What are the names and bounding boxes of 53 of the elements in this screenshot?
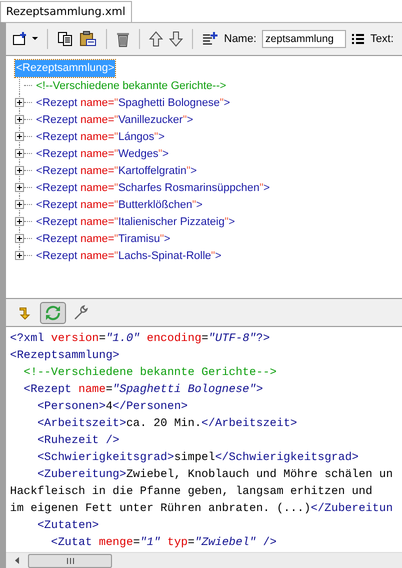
element-node[interactable]: <Rezept name="Lachs-Spinat-Rolle"> <box>36 250 222 262</box>
expand-toggle[interactable] <box>15 217 24 226</box>
code-line: <Rezeptsammlung> <box>10 348 120 364</box>
paste-icon[interactable] <box>79 31 97 47</box>
element-node[interactable]: <Rezept name="Kartoffelgratin"> <box>36 164 197 176</box>
expand-toggle[interactable] <box>15 115 24 124</box>
code-line: <Ruhezeit /> <box>36 434 120 449</box>
code-line: <?xml version="1.0" encoding="UTF-8"?> <box>10 332 271 347</box>
code-line: <Zubereitung>Zwiebel, Knoblauch und Möhre schälen un <box>36 468 394 483</box>
element-node[interactable]: <Rezept name="Scharfes Rosmarinsüppchen"> <box>36 182 270 194</box>
sync-button[interactable] <box>40 302 66 324</box>
scroll-left-icon[interactable] <box>14 557 20 564</box>
code-line: <Schwierigkeitsgrad>simpel</Schwierigkeitsgrad> <box>36 450 360 466</box>
expand-toggle[interactable] <box>15 251 24 260</box>
code-line: <!--Verschiedene bekannte Gerichte--> <box>22 366 278 381</box>
copy-icon[interactable] <box>57 31 73 47</box>
code-line: Hackfleisch in die Pfanne geben, langsam erhitzen und <box>10 484 374 500</box>
expand-toggle[interactable] <box>15 98 24 107</box>
horizontal-scrollbar[interactable] <box>6 552 402 568</box>
expand-toggle[interactable] <box>15 200 24 209</box>
wrench-icon <box>73 304 89 320</box>
new-element-icon[interactable] <box>12 31 28 47</box>
arrow-up-icon[interactable] <box>149 31 163 47</box>
code-line: <Arbeitszeit>ca. 20 Min.</Arbeitszeit> <box>36 416 298 432</box>
code-line: <Rezept name="Spaghetti Bolognese"> <box>22 382 264 398</box>
list-icon[interactable] <box>352 34 364 44</box>
scrollbar-thumb[interactable] <box>28 554 112 568</box>
element-node[interactable]: <Rezept name="Italienischer Pizzateig"> <box>36 216 235 228</box>
file-tab[interactable]: Rezeptsammlung.xml <box>0 1 132 22</box>
text-label: Text: <box>370 33 394 45</box>
arrow-down-icon[interactable] <box>169 31 183 47</box>
element-node[interactable]: <Rezept name="Wedges"> <box>36 148 169 160</box>
expand-toggle[interactable] <box>15 149 24 158</box>
bent-arrow-icon <box>19 306 31 320</box>
element-node[interactable]: <Rezept name="Vanillezucker"> <box>36 114 194 126</box>
refresh-icon <box>44 304 62 322</box>
add-text-icon[interactable] <box>202 32 218 46</box>
trash-icon[interactable] <box>116 31 130 47</box>
element-node[interactable]: <Rezept name="Butterklößchen"> <box>36 198 203 210</box>
code-line: <Personen>4</Personen> <box>36 400 189 415</box>
element-node[interactable]: <Rezept name="Spaghetti Bolognese"> <box>36 96 230 108</box>
name-label: Name: <box>224 33 256 45</box>
expand-toggle[interactable] <box>15 234 24 243</box>
code-line: im eigenen Fett unter Rühren anbraten. (...)</Zubereitun <box>10 502 394 517</box>
expand-toggle[interactable] <box>15 132 24 141</box>
expand-toggle[interactable] <box>15 183 24 192</box>
code-line: <Zutaten> <box>36 519 100 534</box>
expand-toggle[interactable] <box>15 166 24 175</box>
code-line: <Zutat menge="1" typ="Zwiebel" /> <box>50 536 278 551</box>
name-field[interactable]: zeptsammlung <box>262 30 346 48</box>
caret-icon[interactable] <box>32 37 38 41</box>
element-node[interactable]: <Rezept name="Lángos"> <box>36 130 165 142</box>
element-node[interactable]: <Rezept name="Tiramisu"> <box>36 232 170 244</box>
